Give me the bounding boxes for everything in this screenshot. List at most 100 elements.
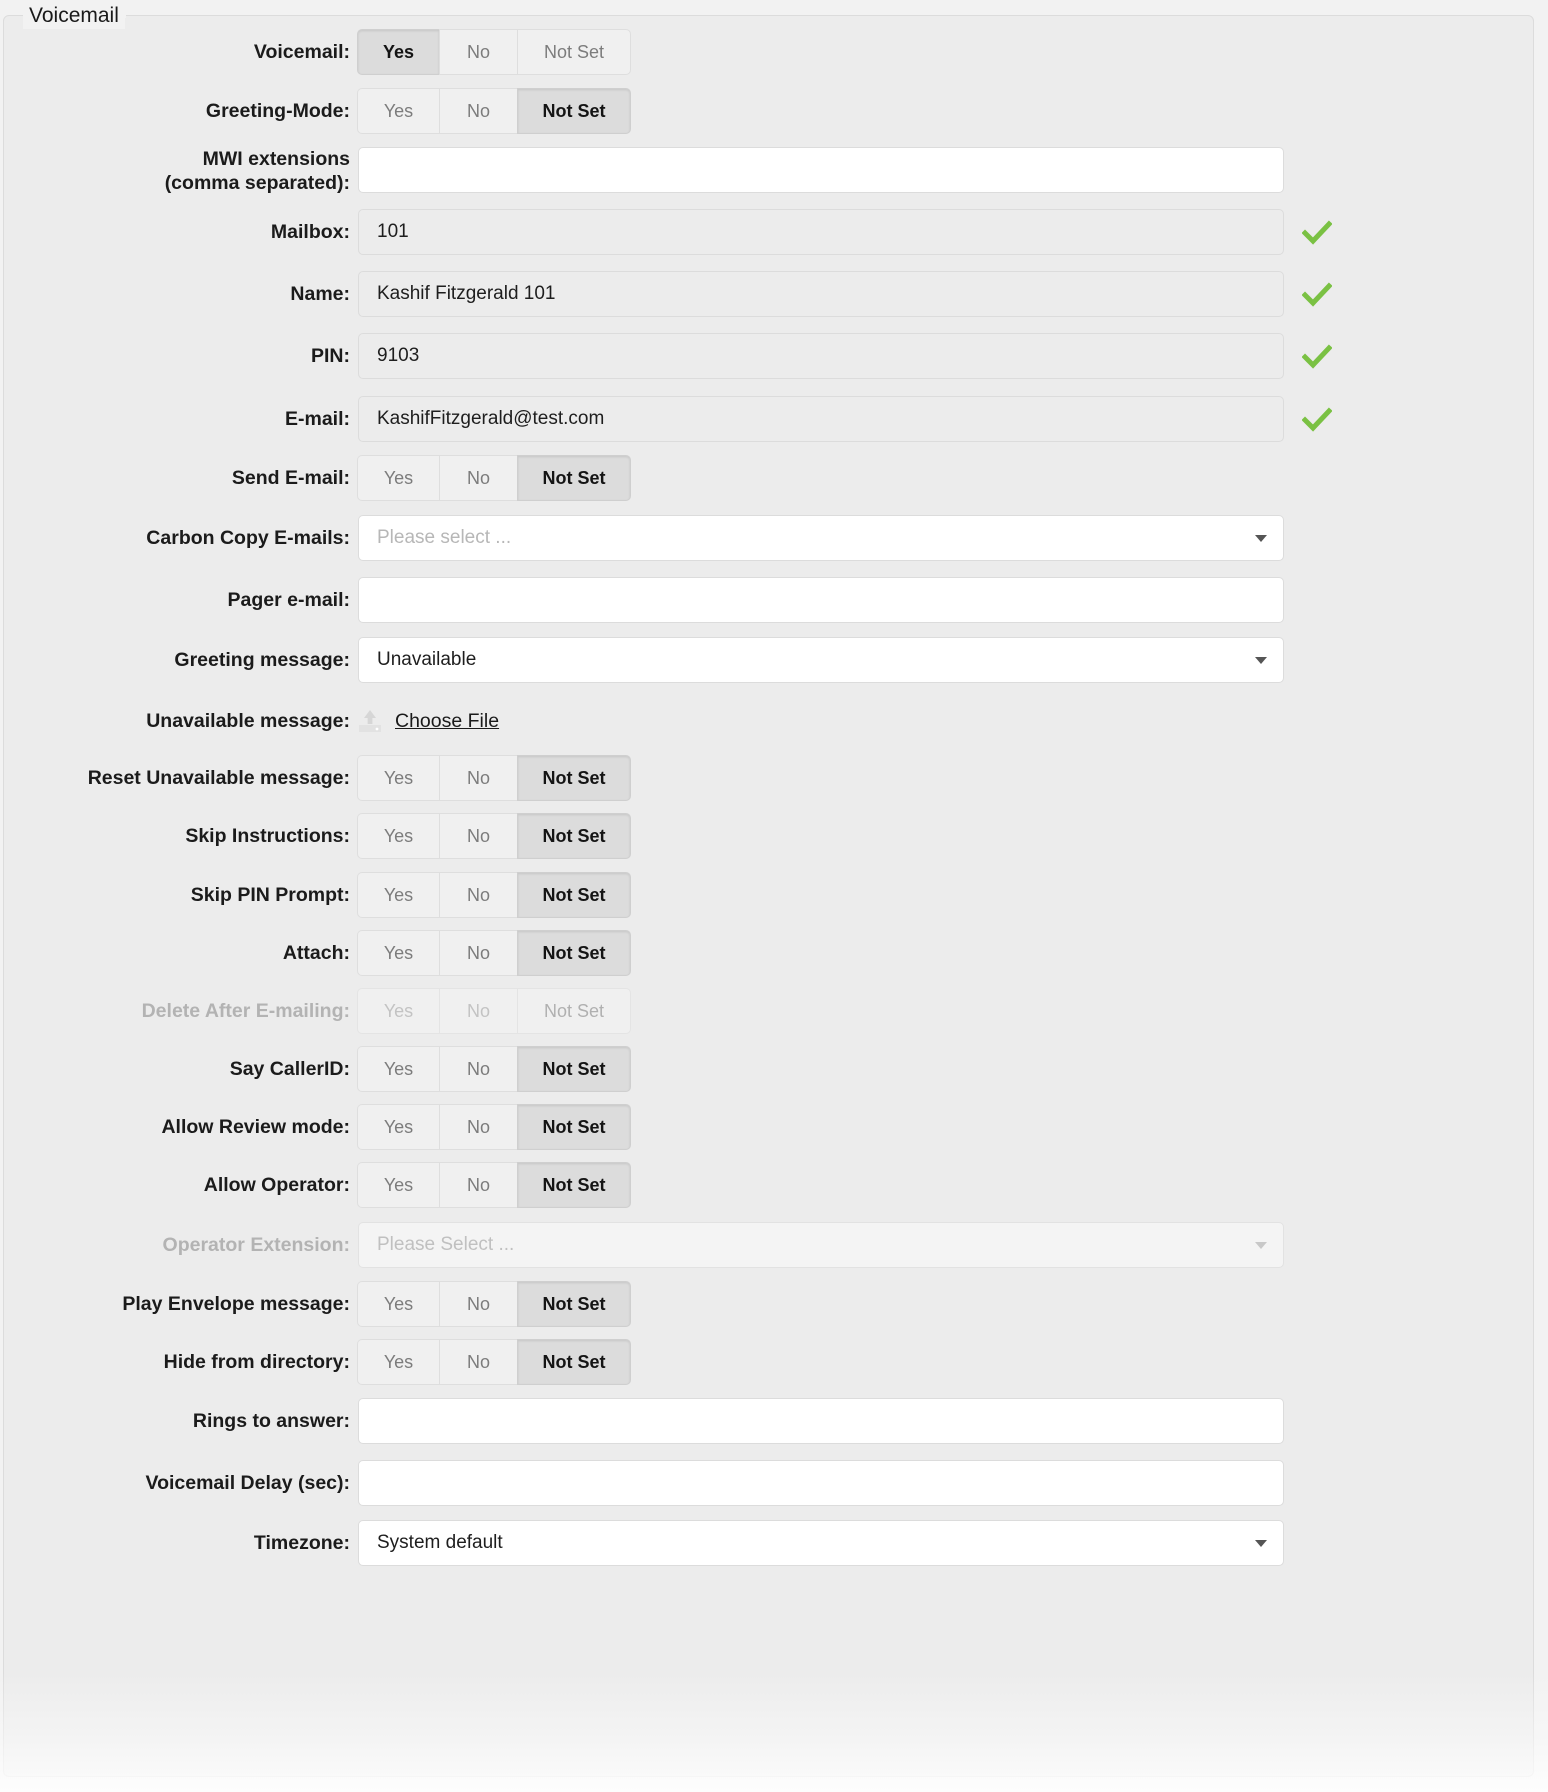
label-reset_unavailable: Reset Unavailable message:	[87, 767, 350, 789]
label-email: E-mail:	[284, 408, 350, 430]
select-carbon_copy_emails[interactable]: Please select ...	[358, 515, 1284, 561]
toggle-allow_operator-yes[interactable]: Yes	[357, 1162, 439, 1208]
toggle-hide_from_directory-not_set[interactable]: Not Set	[517, 1339, 631, 1385]
toggle-say_callerid-yes[interactable]: Yes	[357, 1046, 439, 1092]
row-hide_from_directory: Hide from directory: Yes No Not Set	[4, 1339, 1533, 1397]
input-mwi_extensions[interactable]	[358, 147, 1284, 193]
row-carbon_copy_emails: Carbon Copy E-mails: Please select ...	[4, 515, 1533, 573]
chevron-down-icon-carbon_copy_emails	[1255, 535, 1267, 542]
toggle-allow_review_mode[interactable]: Yes No Not Set	[357, 1104, 631, 1150]
toggle-reset_unavailable-not_set[interactable]: Not Set	[517, 755, 631, 801]
valid-check-icon-email	[1302, 405, 1332, 435]
toggle-allow_review_mode-yes[interactable]: Yes	[357, 1104, 439, 1150]
toggle-hide_from_directory-no[interactable]: No	[439, 1339, 517, 1385]
toggle-hide_from_directory[interactable]: Yes No Not Set	[357, 1339, 631, 1385]
toggle-voicemail-not_set[interactable]: Not Set	[517, 29, 631, 75]
select-greeting_message-value: Unavailable	[377, 649, 477, 670]
toggle-play_envelope_message[interactable]: Yes No Not Set	[357, 1281, 631, 1327]
toggle-reset_unavailable-no[interactable]: No	[439, 755, 517, 801]
chevron-down-icon-greeting_message	[1255, 657, 1267, 664]
label-mwi_extensions: MWI extensions (comma separated):	[4, 147, 350, 195]
label-voicemail_delay: Voicemail Delay (sec):	[145, 1472, 350, 1494]
toggle-voicemail-no[interactable]: No	[439, 29, 517, 75]
toggle-skip_pin_prompt-no[interactable]: No	[439, 872, 517, 918]
toggle-play_envelope_message-not_set[interactable]: Not Set	[517, 1281, 631, 1327]
toggle-allow_review_mode-not_set[interactable]: Not Set	[517, 1104, 631, 1150]
toggle-skip_instructions-yes[interactable]: Yes	[357, 813, 439, 859]
toggle-play_envelope_message-yes[interactable]: Yes	[357, 1281, 439, 1327]
toggle-skip_instructions-not_set[interactable]: Not Set	[517, 813, 631, 859]
toggle-reset_unavailable[interactable]: Yes No Not Set	[357, 755, 631, 801]
input-pager_email[interactable]	[358, 577, 1284, 623]
toggle-send_email-no[interactable]: No	[439, 455, 517, 501]
toggle-send_email-yes[interactable]: Yes	[357, 455, 439, 501]
input-voicemail_delay[interactable]	[358, 1460, 1284, 1506]
valid-check-icon-pin	[1302, 342, 1332, 372]
toggle-attach-not_set[interactable]: Not Set	[517, 930, 631, 976]
label-pager_email: Pager e-mail:	[227, 589, 350, 611]
toggle-voicemail-yes[interactable]: Yes	[357, 29, 439, 75]
label-allow_review_mode: Allow Review mode:	[161, 1116, 350, 1138]
select-greeting_message[interactable]: Unavailable	[358, 637, 1284, 683]
input-name[interactable]: Kashif Fitzgerald 101	[358, 271, 1284, 317]
chevron-down-icon-operator_extension	[1255, 1242, 1267, 1249]
label-mailbox: Mailbox:	[270, 221, 350, 243]
toggle-allow_operator[interactable]: Yes No Not Set	[357, 1162, 631, 1208]
row-skip_instructions: Skip Instructions: Yes No Not Set	[4, 813, 1533, 871]
row-delete_after_emailing: Delete After E-mailing: Yes No Not Set	[4, 988, 1533, 1046]
toggle-skip_instructions-no[interactable]: No	[439, 813, 517, 859]
row-play_envelope_message: Play Envelope message: Yes No Not Set	[4, 1281, 1533, 1339]
toggle-skip_pin_prompt-not_set[interactable]: Not Set	[517, 872, 631, 918]
toggle-greeting_mode[interactable]: Yes No Not Set	[357, 88, 631, 134]
toggle-greeting_mode-yes[interactable]: Yes	[357, 88, 439, 134]
label-skip_pin_prompt: Skip PIN Prompt:	[190, 884, 350, 906]
valid-check-icon-mailbox	[1302, 218, 1332, 248]
row-voicemail: Voicemail: Yes No Not Set	[4, 29, 1533, 87]
toggle-attach-yes[interactable]: Yes	[357, 930, 439, 976]
toggle-attach-no[interactable]: No	[439, 930, 517, 976]
toggle-delete_after_emailing-yes: Yes	[357, 988, 439, 1034]
input-mailbox[interactable]: 101	[358, 209, 1284, 255]
chevron-down-icon-timezone	[1255, 1540, 1267, 1547]
toggle-attach[interactable]: Yes No Not Set	[357, 930, 631, 976]
row-allow_review_mode: Allow Review mode: Yes No Not Set	[4, 1104, 1533, 1162]
input-pin[interactable]: 9103	[358, 333, 1284, 379]
toggle-skip_pin_prompt[interactable]: Yes No Not Set	[357, 872, 631, 918]
row-mailbox: Mailbox: 101	[4, 209, 1533, 267]
label-attach: Attach:	[282, 942, 350, 964]
toggle-reset_unavailable-yes[interactable]: Yes	[357, 755, 439, 801]
toggle-say_callerid[interactable]: Yes No Not Set	[357, 1046, 631, 1092]
label-operator_extension: Operator Extension:	[162, 1234, 350, 1256]
label-carbon_copy_emails: Carbon Copy E-mails:	[146, 527, 350, 549]
toggle-say_callerid-no[interactable]: No	[439, 1046, 517, 1092]
row-send_email: Send E-mail: Yes No Not Set	[4, 455, 1533, 513]
toggle-send_email[interactable]: Yes No Not Set	[357, 455, 631, 501]
label-skip_instructions: Skip Instructions:	[185, 825, 350, 847]
label-voicemail: Voicemail:	[253, 41, 350, 63]
row-rings_to_answer: Rings to answer:	[4, 1398, 1533, 1456]
toggle-allow_review_mode-no[interactable]: No	[439, 1104, 517, 1150]
toggle-hide_from_directory-yes[interactable]: Yes	[357, 1339, 439, 1385]
file-upload-unavailable_message[interactable]: Choose File	[357, 706, 499, 736]
toggle-send_email-not_set[interactable]: Not Set	[517, 455, 631, 501]
row-voicemail_delay: Voicemail Delay (sec):	[4, 1460, 1533, 1518]
select-timezone[interactable]: System default	[358, 1520, 1284, 1566]
voicemail-fieldset: Voicemail Voicemail: Yes No Not Set Greeting…	[3, 3, 1534, 1777]
select-timezone-value: System default	[377, 1532, 503, 1553]
toggle-skip_instructions[interactable]: Yes No Not Set	[357, 813, 631, 859]
toggle-greeting_mode-not_set[interactable]: Not Set	[517, 88, 631, 134]
toggle-delete_after_emailing-not_set: Not Set	[517, 988, 631, 1034]
toggle-say_callerid-not_set[interactable]: Not Set	[517, 1046, 631, 1092]
toggle-voicemail[interactable]: Yes No Not Set	[357, 29, 631, 75]
toggle-allow_operator-no[interactable]: No	[439, 1162, 517, 1208]
toggle-skip_pin_prompt-yes[interactable]: Yes	[357, 872, 439, 918]
toggle-allow_operator-not_set[interactable]: Not Set	[517, 1162, 631, 1208]
fieldset-legend: Voicemail	[23, 3, 125, 29]
toggle-play_envelope_message-no[interactable]: No	[439, 1281, 517, 1327]
row-allow_operator: Allow Operator: Yes No Not Set	[4, 1162, 1533, 1220]
input-rings_to_answer[interactable]	[358, 1398, 1284, 1444]
toggle-greeting_mode-no[interactable]: No	[439, 88, 517, 134]
choose-file-button[interactable]: Choose File	[395, 710, 499, 733]
row-timezone: Timezone: System default	[4, 1520, 1533, 1578]
input-email[interactable]: KashifFitzgerald@test.com	[358, 396, 1284, 442]
